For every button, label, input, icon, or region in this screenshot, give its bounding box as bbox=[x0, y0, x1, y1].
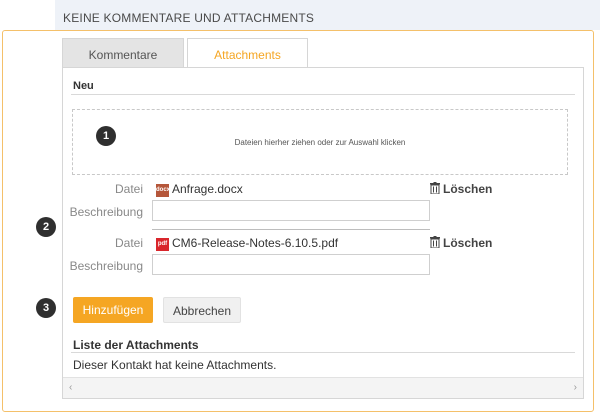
divider bbox=[71, 352, 575, 353]
step-badge-1: 1 bbox=[96, 126, 116, 146]
dropzone-text: Dateien hierher ziehen oder zur Auswahl … bbox=[234, 138, 406, 147]
delete-label: Löschen bbox=[443, 182, 493, 196]
attachment-list-title: Liste der Attachments bbox=[73, 338, 199, 352]
file-name[interactable]: CM6-Release-Notes-6.10.5.pdf bbox=[172, 236, 338, 250]
trash-icon bbox=[430, 236, 440, 248]
file-label: Datei bbox=[114, 236, 143, 250]
description-input[interactable] bbox=[152, 254, 430, 275]
new-section-title: Neu bbox=[73, 80, 94, 92]
delete-label: Löschen bbox=[443, 236, 493, 250]
tab-kommentare[interactable]: Kommentare bbox=[62, 38, 184, 68]
step-badge-3: 3 bbox=[36, 298, 56, 318]
scroll-left-icon[interactable]: ‹ bbox=[69, 382, 72, 393]
description-label: Beschreibung bbox=[69, 205, 143, 219]
step-badge-2: 2 bbox=[36, 217, 56, 237]
attachments-panel: Neu Dateien hierher ziehen oder zur Ausw… bbox=[62, 67, 584, 399]
description-input[interactable] bbox=[152, 200, 430, 221]
file-name[interactable]: Anfrage.docx bbox=[172, 182, 243, 196]
tab-attachments[interactable]: Attachments bbox=[187, 38, 308, 68]
file-label: Datei bbox=[114, 182, 143, 196]
add-button[interactable]: Hinzufügen bbox=[73, 297, 153, 323]
delete-file-button[interactable]: Löschen bbox=[430, 182, 492, 196]
trash-icon bbox=[430, 182, 440, 194]
divider bbox=[71, 94, 575, 95]
file-separator bbox=[152, 229, 430, 230]
section-title: KEINE KOMMENTARE UND ATTACHMENTS bbox=[55, 0, 600, 30]
file-dropzone[interactable]: Dateien hierher ziehen oder zur Auswahl … bbox=[72, 109, 568, 175]
cancel-button[interactable]: Abbrechen bbox=[163, 297, 241, 323]
attachment-list-empty: Dieser Kontakt hat keine Attachments. bbox=[73, 358, 277, 372]
docx-file-icon: docx bbox=[156, 184, 170, 197]
horizontal-scrollbar[interactable]: ‹ › bbox=[63, 377, 583, 398]
delete-file-button[interactable]: Löschen bbox=[430, 236, 492, 250]
scroll-right-icon[interactable]: › bbox=[574, 382, 577, 393]
description-label: Beschreibung bbox=[69, 259, 143, 273]
pdf-file-icon: pdf bbox=[156, 238, 169, 251]
